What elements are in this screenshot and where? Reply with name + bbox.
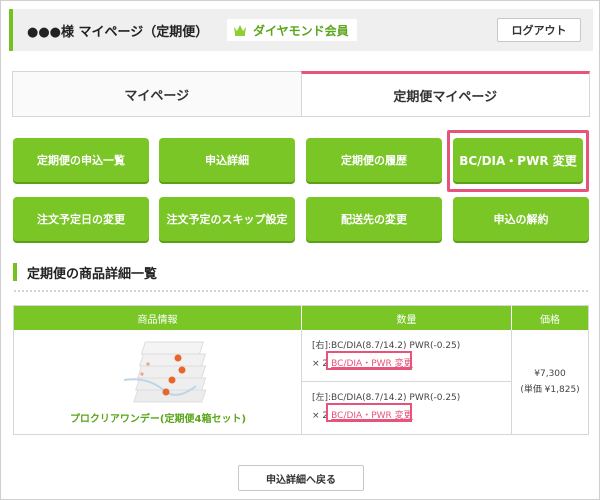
page-title: ●●●様 マイページ（定期便） xyxy=(27,25,209,40)
link-highlight-box xyxy=(326,351,412,370)
back-to-details-button[interactable]: 申込詳細へ戻る xyxy=(238,465,364,491)
lens-spec-right: [右]:BC/DIA(8.7/14.2) PWR(-0.25) xyxy=(312,341,461,351)
product-info-cell: プロクリアワンデー(定期便4箱セット) xyxy=(14,330,302,434)
header-quantity: 数量 xyxy=(302,306,512,330)
product-image xyxy=(123,341,207,403)
page-header: ●●●様 マイページ（定期便） ダイヤモンド会員 ログアウト xyxy=(9,9,593,51)
change-order-date-button[interactable]: 注文予定日の変更 xyxy=(13,197,149,241)
dotted-divider xyxy=(13,289,589,293)
price-cell: ¥7,300 (単価 ¥1,825) xyxy=(512,330,588,434)
bc-dia-pwr-change-button[interactable]: BC/DIA・PWR 変更 xyxy=(453,138,583,182)
subscription-list-button[interactable]: 定期便の申込一覧 xyxy=(13,138,149,182)
page-tabs: マイページ 定期便マイページ xyxy=(12,71,590,117)
subscription-history-button[interactable]: 定期便の履歴 xyxy=(306,138,442,182)
crown-icon xyxy=(234,25,246,36)
table-header: 商品情報 数量 価格 xyxy=(14,306,588,330)
member-rank-badge: ダイヤモンド会員 xyxy=(227,19,357,41)
cancel-subscription-button[interactable]: 申込の解約 xyxy=(453,197,589,241)
lens-spec-left: [左]:BC/DIA(8.7/14.2) PWR(-0.25) xyxy=(312,393,461,403)
tab-subscription-mypage[interactable]: 定期便マイページ xyxy=(300,71,590,117)
page-frame: ●●●様 マイページ（定期便） ダイヤモンド会員 ログアウト マイページ 定期便… xyxy=(0,0,600,500)
product-details-table: 商品情報 数量 価格 プロクリアワンデー(定期便4箱セット) [右]:BC/DI… xyxy=(13,305,589,435)
header-price: 価格 xyxy=(540,314,560,326)
link-highlight-box xyxy=(326,403,412,422)
price-total: ¥7,300 xyxy=(534,369,566,379)
unit-price: (単価 ¥1,825) xyxy=(520,385,580,395)
application-details-button[interactable]: 申込詳細 xyxy=(159,138,295,182)
member-rank-label: ダイヤモンド会員 xyxy=(253,23,349,38)
tab-mypage[interactable]: マイページ xyxy=(12,71,301,117)
quantity-cell-right: [右]:BC/DIA(8.7/14.2) PWR(-0.25) × 2 BC/DI… xyxy=(302,330,512,382)
section-title: 定期便の商品詳細一覧 xyxy=(13,263,157,282)
skip-order-setting-button[interactable]: 注文予定のスキップ設定 xyxy=(159,197,295,241)
change-shipping-address-button[interactable]: 配送先の変更 xyxy=(306,197,442,241)
logout-button[interactable]: ログアウト xyxy=(497,18,581,42)
quantity-cell-left: [左]:BC/DIA(8.7/14.2) PWR(-0.25) × 2 BC/DI… xyxy=(302,382,512,434)
product-name: プロクリアワンデー(定期便4箱セット) xyxy=(69,414,247,425)
header-product-info: 商品情報 xyxy=(14,306,302,330)
